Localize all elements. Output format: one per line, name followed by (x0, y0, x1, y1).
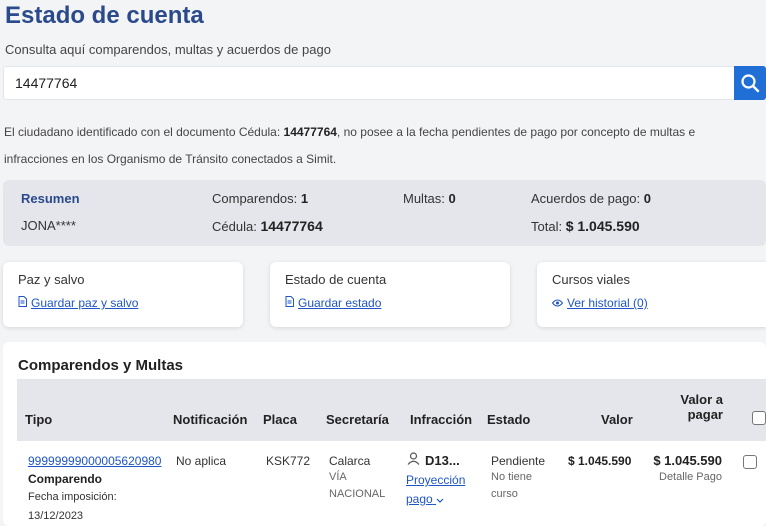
row-estado-sub1: No tiene (491, 471, 532, 483)
chevron-down-icon (436, 492, 444, 506)
col-secretaria: Secretaría (326, 412, 389, 427)
search-button[interactable] (734, 66, 766, 100)
summary-title[interactable]: Resumen (21, 191, 80, 206)
notice-line2: infracciones en los Organismo de Tránsit… (4, 152, 337, 166)
summary-acuerdos: Acuerdos de pago: 0 (531, 191, 651, 206)
person-icon (407, 452, 420, 468)
ver-historial-link[interactable]: Ver historial (0) (551, 296, 648, 310)
row-placa: KSK772 (266, 454, 311, 468)
search-input[interactable] (4, 67, 736, 99)
col-tipo: Tipo (25, 412, 53, 427)
document-icon (18, 296, 27, 310)
row-notificacion: No aplica (176, 454, 227, 468)
summary-comparendos: Comparendos: 1 (212, 191, 309, 206)
row-estado: Pendiente (491, 454, 546, 468)
summary-total: Total: $ 1.045.590 (531, 218, 640, 234)
col-estado: Estado (487, 412, 531, 427)
card-title: Estado de cuenta (285, 272, 387, 287)
comparendos-panel: Comparendos y Multas Tipo Notificación P… (3, 342, 766, 526)
proyeccion-pago-link-2[interactable]: pago (406, 492, 444, 506)
page-subtitle: Consulta aquí comparendos, multas y acue… (5, 42, 331, 57)
card-title: Cursos viales (552, 272, 631, 287)
select-all-checkbox[interactable] (752, 411, 766, 425)
notice-line1: , no posee a la fecha pendientes de pago… (336, 125, 696, 139)
summary-multas: Multas: 0 (403, 191, 456, 206)
eye-icon (551, 296, 564, 310)
search-bar (3, 66, 766, 100)
card-paz-y-salvo: Paz y salvo Guardar paz y salvo (3, 262, 243, 327)
guardar-estado-link[interactable]: Guardar estado (285, 296, 381, 310)
table-title: Comparendos y Multas (18, 357, 184, 374)
row-fecha-label: Fecha imposición: (28, 491, 117, 503)
row-checkbox[interactable] (743, 455, 757, 469)
card-title: Paz y salvo (18, 272, 85, 287)
row-estado-sub2: curso (491, 488, 518, 500)
document-icon (285, 296, 294, 310)
row-fecha: 13/12/2023 (28, 510, 84, 522)
guardar-paz-y-salvo-link[interactable]: Guardar paz y salvo (18, 296, 138, 310)
col-placa: Placa (263, 412, 297, 427)
summary-name: JONA**** (21, 218, 76, 233)
card-estado-de-cuenta: Estado de cuenta Guardar estado (270, 262, 510, 327)
page-title: Estado de cuenta (5, 2, 204, 29)
summary-cedula: Cédula: 14477764 (212, 218, 323, 234)
notice-prefix: El ciudadano identificado con el documen… (4, 125, 281, 139)
col-valor-pagar: Valor a pagar (680, 392, 723, 422)
proyeccion-pago-link[interactable]: Proyección (406, 473, 465, 487)
col-valor: Valor (601, 412, 633, 427)
row-infraccion[interactable]: D13... (425, 453, 460, 468)
summary-panel: Resumen JONA**** Comparendos: 1 Cédula: … (3, 180, 766, 246)
card-cursos-viales: Cursos viales Ver historial (0) (537, 262, 766, 327)
row-valor-pagar: $ 1.045.590 (653, 453, 722, 468)
col-notificacion: Notificación (173, 412, 248, 427)
search-icon (741, 74, 760, 93)
detalle-pago-link[interactable]: Detalle Pago (659, 471, 722, 483)
notice-text: El ciudadano identificado con el documen… (4, 119, 759, 173)
comparendo-number-link[interactable]: 99999999000005620980 (28, 454, 161, 468)
col-infraccion: Infracción (410, 412, 473, 427)
table-header: Tipo Notificación Placa Secretaría Infra… (17, 379, 766, 441)
notice-document: 14477764 (283, 125, 337, 139)
row-secretaria-sub1: VÍA (329, 471, 347, 483)
row-secretaria-sub2: NACIONAL (329, 488, 386, 500)
row-secretaria: Calarca (329, 454, 371, 468)
row-valor: $ 1.045.590 (568, 454, 632, 468)
row-tipo: Comparendo (28, 472, 103, 486)
